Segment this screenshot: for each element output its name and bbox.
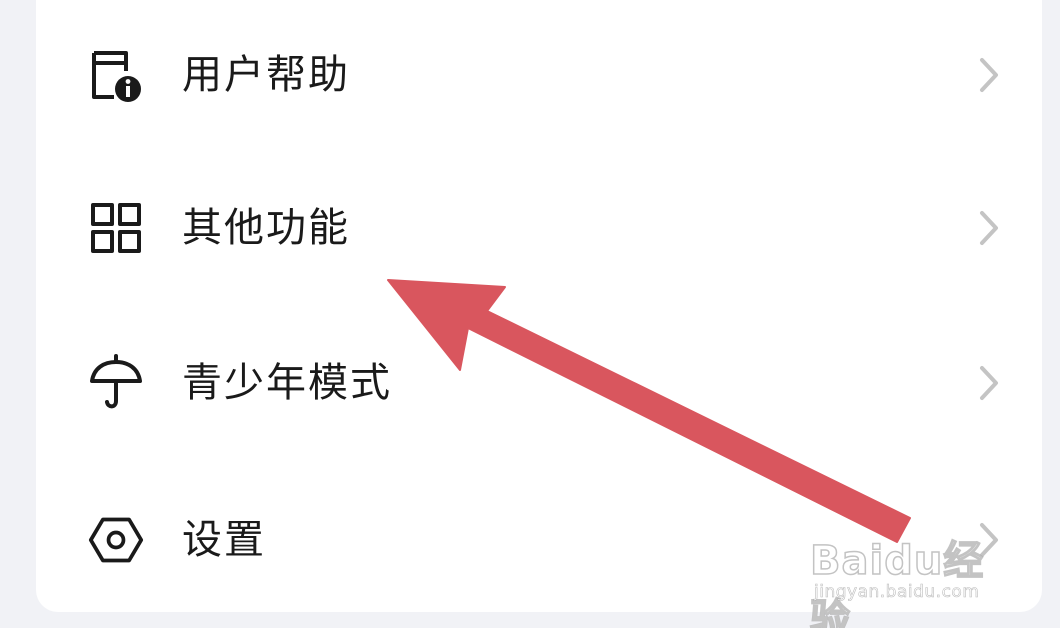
menu-card: 用户帮助 其他功能 青少年模式 设置 [36,0,1042,612]
chevron-right-icon [974,208,1004,248]
menu-item-label: 用户帮助 [182,52,350,98]
chevron-right-icon [974,363,1004,403]
menu-item-label: 青少年模式 [182,360,392,406]
umbrella-icon [88,354,144,411]
help-doc-icon [88,47,144,103]
page: 用户帮助 其他功能 青少年模式 设置 Baidu经验 jingyan.baidu… [0,0,1060,628]
settings-icon [88,512,144,568]
grid-icon [88,200,144,256]
menu-item-label: 其他功能 [182,205,350,251]
menu-item-settings[interactable]: 设置 [36,465,1042,615]
chevron-right-icon [974,520,1004,560]
chevron-right-icon [974,55,1004,95]
menu-item-other-features[interactable]: 其他功能 [36,153,1042,303]
menu-item-user-help[interactable]: 用户帮助 [36,0,1042,150]
menu-item-label: 设置 [182,517,266,563]
menu-item-teen-mode[interactable]: 青少年模式 [36,308,1042,458]
